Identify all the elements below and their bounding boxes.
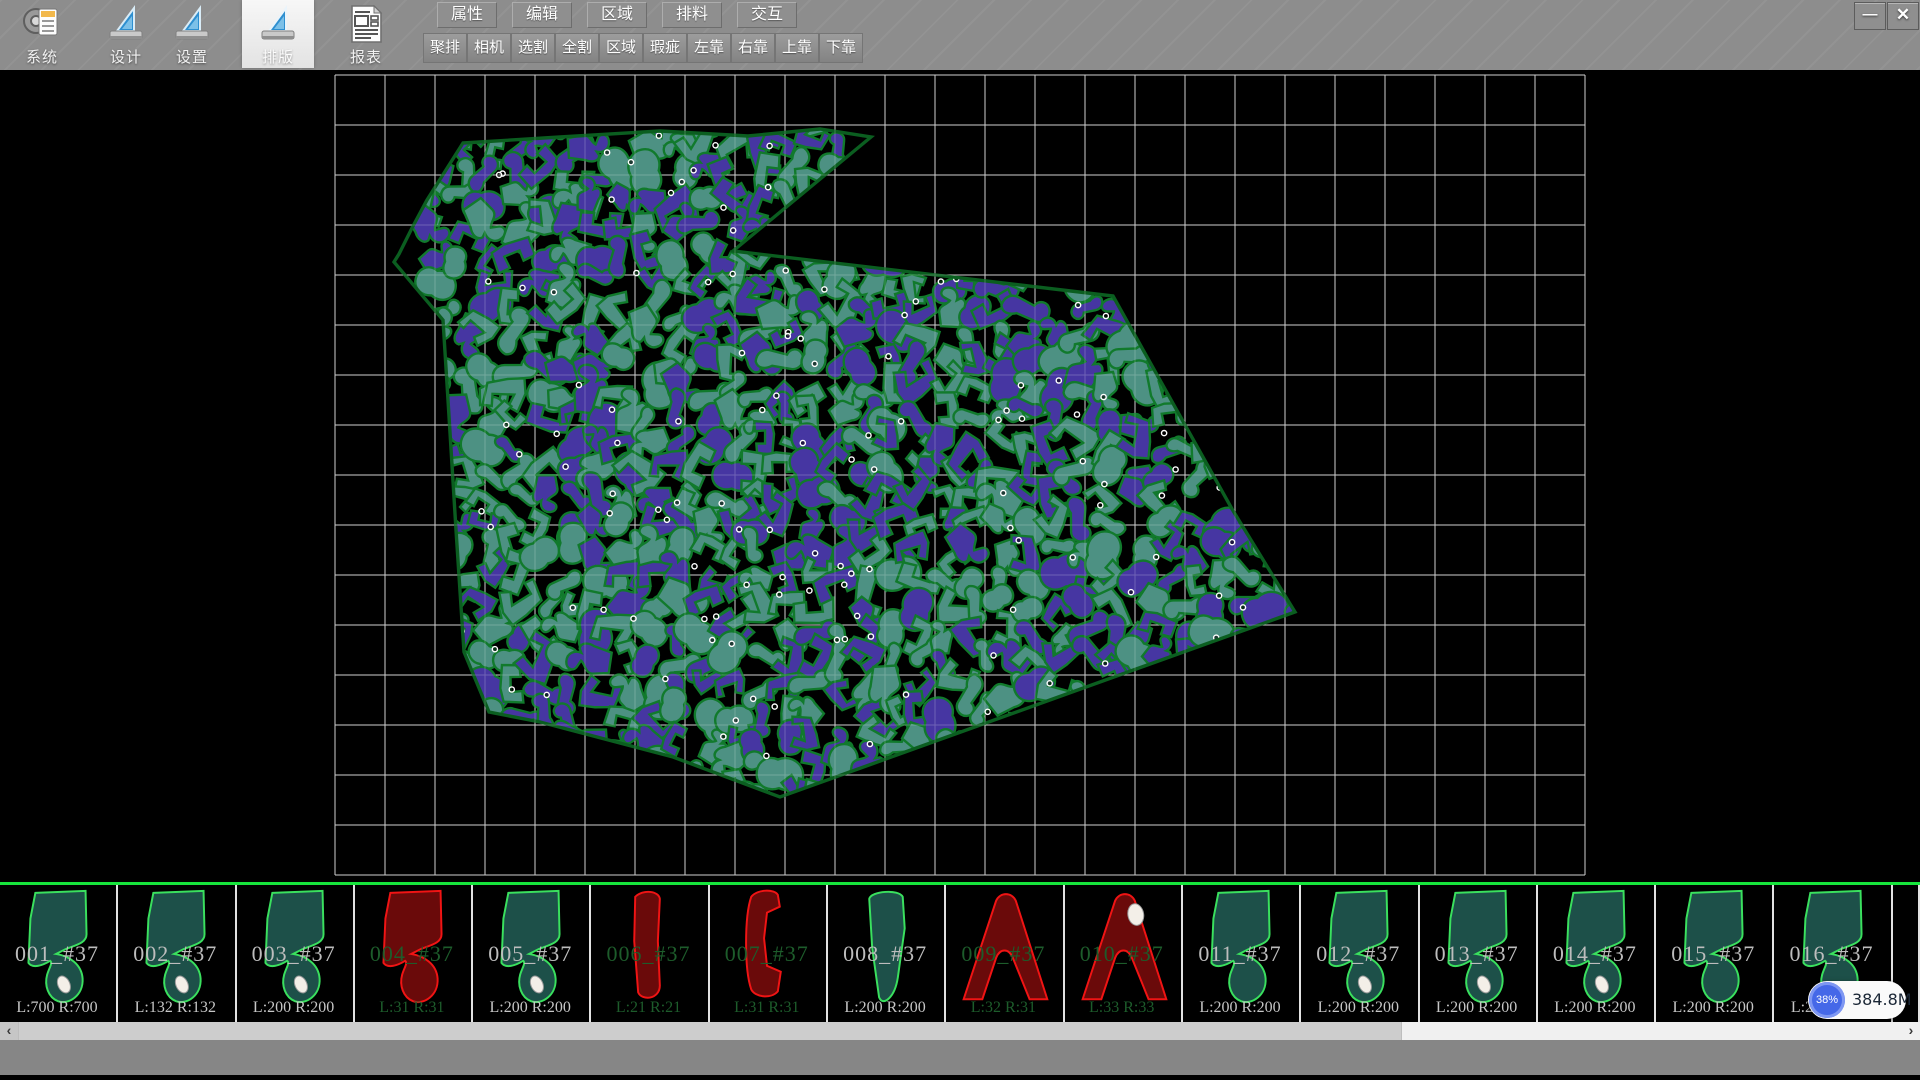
- piece-name: 013_#37: [1420, 941, 1534, 967]
- piece-name: 012_#37: [1301, 941, 1415, 967]
- piece-lr-count: L:200 R:200: [1420, 999, 1534, 1017]
- piece-name: 003_#37: [237, 941, 351, 967]
- piece-lr-count: L:200 R:200: [237, 999, 351, 1017]
- set-square-icon: [105, 3, 147, 45]
- set-square-icon: [257, 3, 299, 45]
- big-button-label: 设置: [160, 46, 224, 67]
- piece-name: 015_#37: [1656, 941, 1770, 967]
- titlebar: 系统 设计 设置 排版: [0, 0, 1920, 70]
- piece-name: 010_#37: [1065, 941, 1179, 967]
- piece-name: 011_#37: [1183, 941, 1297, 967]
- gear-document-icon: [21, 3, 63, 45]
- piece-name: 001_#37: [0, 941, 114, 967]
- menu-tab-3[interactable]: 区域: [587, 2, 647, 28]
- piece-thumbnail-014_#37[interactable]: 014_#37 L:200 R:200: [1538, 885, 1656, 1022]
- tool-button-8[interactable]: 右靠: [731, 33, 775, 63]
- big-button-report[interactable]: 报表: [334, 0, 398, 68]
- piece-thumbnail-strip: 38% 384.8M 001_#37 L:700 R:700 002_#37 L:13…: [0, 882, 1920, 1022]
- piece-thumbnail-006_#37[interactable]: 006_#37 L:21 R:21: [592, 885, 710, 1022]
- piece-lr-count: L:31 R:31: [355, 999, 469, 1017]
- piece-lr-count: L:200 R:200: [1656, 999, 1770, 1017]
- piece-name: 016_#37: [1775, 941, 1889, 967]
- big-button-label: 排版: [242, 46, 314, 67]
- piece-name: 009_#37: [946, 941, 1060, 967]
- tool-button-6[interactable]: 瑕疵: [643, 33, 687, 63]
- piece-thumbnail-004_#37[interactable]: 004_#37 L:31 R:31: [355, 885, 473, 1022]
- tool-button-10[interactable]: 下靠: [819, 33, 863, 63]
- piece-lr-count: L:31 R:31: [710, 999, 824, 1017]
- horizontal-scrollbar[interactable]: ‹ ›: [0, 1022, 1920, 1040]
- piece-thumbnail-011_#37[interactable]: 011_#37 L:200 R:200: [1183, 885, 1301, 1022]
- piece-lr-count: L:200 R:200: [828, 999, 942, 1017]
- piece-lr-count: L:33 R:33: [1065, 999, 1179, 1017]
- piece-lr-count: L:200 R:200: [1301, 999, 1415, 1017]
- piece-lr-count: L:200 R:200: [1538, 999, 1652, 1017]
- piece-thumbnail-009_#37[interactable]: 009_#37 L:32 R:31: [946, 885, 1064, 1022]
- piece-lr-count: L:200 R:200: [473, 999, 587, 1017]
- big-button-label: 设计: [94, 46, 158, 67]
- piece-lr-count: L:200 R:200: [1183, 999, 1297, 1017]
- minimize-button[interactable]: —: [1854, 2, 1886, 30]
- piece-thumbnail-013_#37[interactable]: 013_#37 L:200 R:200: [1420, 885, 1538, 1022]
- menu-tab-5[interactable]: 交互: [737, 2, 797, 28]
- piece-thumbnail-015_#37[interactable]: 015_#37 L:200 R:200: [1656, 885, 1774, 1022]
- nesting-svg: [0, 70, 1920, 882]
- piece-thumbnail-010_#37[interactable]: 010_#37 L:33 R:33: [1065, 885, 1183, 1022]
- piece-name: 008_#37: [828, 941, 942, 967]
- piece-lr-count: L:132 R:132: [118, 999, 232, 1017]
- piece-name: 005_#37: [473, 941, 587, 967]
- piece-thumbnail-008_#37[interactable]: 008_#37 L:200 R:200: [828, 885, 946, 1022]
- piece-name: 002_#37: [118, 941, 232, 967]
- piece-thumbnail-002_#37[interactable]: 002_#37 L:132 R:132: [118, 885, 236, 1022]
- big-button-nesting[interactable]: 排版: [242, 0, 314, 68]
- piece-lr-count: L:700 R:700: [0, 999, 114, 1017]
- tool-button-3[interactable]: 选割: [511, 33, 555, 63]
- memory-status-badge: 38% 384.8M: [1808, 981, 1906, 1019]
- piece-name: 004_#37: [355, 941, 469, 967]
- tool-button-7[interactable]: 左靠: [687, 33, 731, 63]
- status-footer: [0, 1040, 1920, 1080]
- piece-lr-count: L:32 R:31: [946, 999, 1060, 1017]
- close-button[interactable]: ✕: [1887, 2, 1919, 30]
- piece-name: 006_#37: [592, 941, 706, 967]
- big-button-settings[interactable]: 设置: [160, 0, 224, 68]
- set-square-icon: [171, 3, 213, 45]
- scroll-right-button[interactable]: ›: [1902, 1022, 1920, 1040]
- piece-thumbnail-007_#37[interactable]: 007_#37 L:31 R:31: [710, 885, 828, 1022]
- big-button-label: 系统: [10, 46, 74, 67]
- piece-thumbnail-003_#37[interactable]: 003_#37 L:200 R:200: [237, 885, 355, 1022]
- big-button-label: 报表: [334, 46, 398, 67]
- piece-name: 007_#37: [710, 941, 824, 967]
- tool-button-9[interactable]: 上靠: [775, 33, 819, 63]
- tool-button-1[interactable]: 聚排: [423, 33, 467, 63]
- progress-percent-badge: 38%: [1809, 982, 1845, 1018]
- tool-button-4[interactable]: 全割: [555, 33, 599, 63]
- scrollbar-thumb[interactable]: [18, 1022, 1402, 1040]
- menu-tab-4[interactable]: 排料: [662, 2, 722, 28]
- menu-tab-1[interactable]: 属性: [437, 2, 497, 28]
- piece-thumbnail-001_#37[interactable]: 001_#37 L:700 R:700: [0, 885, 118, 1022]
- scroll-left-button[interactable]: ‹: [0, 1022, 18, 1040]
- piece-name: 014_#37: [1538, 941, 1652, 967]
- big-button-system[interactable]: 系统: [10, 0, 74, 68]
- piece-thumbnail-005_#37[interactable]: 005_#37 L:200 R:200: [473, 885, 591, 1022]
- piece-name: 0: [1893, 941, 1920, 967]
- menu-tab-2[interactable]: 编辑: [512, 2, 572, 28]
- tool-button-5[interactable]: 区域: [599, 33, 643, 63]
- piece-lr-count: L:21 R:21: [592, 999, 706, 1017]
- piece-thumbnail-012_#37[interactable]: 012_#37 L:200 R:200: [1301, 885, 1419, 1022]
- big-button-design[interactable]: 设计: [94, 0, 158, 68]
- memory-value: 384.8M: [1852, 981, 1912, 1019]
- nesting-canvas[interactable]: [0, 70, 1920, 882]
- report-icon: [345, 3, 387, 45]
- tool-button-2[interactable]: 相机: [467, 33, 511, 63]
